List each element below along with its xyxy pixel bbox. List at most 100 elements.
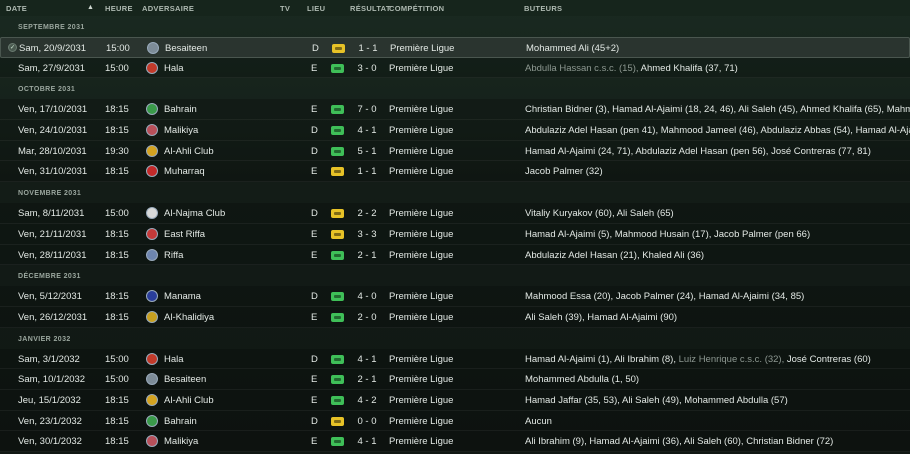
match-row[interactable]: Ven, 5/12/2031 18:15 Manama D 4 - 0 Première …: [0, 286, 910, 307]
col-time[interactable]: HEURE: [105, 4, 133, 13]
opponent-link[interactable]: Besaiteen: [165, 43, 207, 54]
scorer-text[interactable]: Aucun: [525, 416, 552, 427]
match-score[interactable]: 2 - 1: [352, 374, 382, 385]
match-score[interactable]: 7 - 0: [352, 104, 382, 115]
opponent-link[interactable]: Al-Khalidiya: [164, 312, 214, 323]
match-score[interactable]: 4 - 0: [352, 291, 382, 302]
scorer-text[interactable]: Abdulla Hassan c.s.c. (15),: [525, 63, 639, 74]
competition-link[interactable]: Première Ligue: [389, 229, 453, 240]
match-score[interactable]: 4 - 1: [352, 436, 382, 447]
row-select-check-icon[interactable]: [7, 291, 16, 300]
match-row[interactable]: Ven, 23/1/2032 18:15 Bahrain D 0 - 0 Première…: [0, 410, 910, 432]
match-row[interactable]: Sam, 8/11/2031 15:00 Al-Najma Club D 2 - 2 Pr…: [0, 203, 910, 224]
match-score[interactable]: 0 - 0: [352, 416, 382, 427]
row-select-check-icon[interactable]: [7, 104, 16, 113]
col-venue[interactable]: LIEU: [307, 4, 325, 13]
match-score[interactable]: 3 - 3: [352, 229, 382, 240]
row-select-check-icon[interactable]: [7, 125, 16, 134]
opponent-link[interactable]: Hala: [164, 354, 184, 365]
row-select-check-icon[interactable]: [7, 312, 16, 321]
competition-link[interactable]: Première Ligue: [390, 43, 454, 54]
scorer-text[interactable]: José Contreras (60): [784, 354, 871, 365]
opponent-link[interactable]: Al-Ahli Club: [164, 146, 214, 157]
row-select-check-icon[interactable]: [7, 374, 16, 383]
row-select-check-icon[interactable]: [7, 436, 16, 445]
competition-link[interactable]: Première Ligue: [389, 208, 453, 219]
match-row[interactable]: Sam, 10/1/2032 15:00 Besaiteen E 2 - 1 Premiè…: [0, 369, 910, 390]
opponent-link[interactable]: Besaiteen: [164, 374, 206, 385]
match-row[interactable]: ✓ Sam, 20/9/2031 15:00 Besaiteen D 1 - 1 Premi…: [0, 37, 910, 58]
row-select-check-icon[interactable]: [7, 250, 16, 259]
match-score[interactable]: 4 - 1: [352, 125, 382, 136]
match-score[interactable]: 4 - 2: [352, 395, 382, 406]
scorer-text[interactable]: Jacob Palmer (32): [525, 166, 603, 177]
scorer-text[interactable]: Ali Saleh (39), Hamad Al-Ajaimi (90): [525, 312, 677, 323]
competition-link[interactable]: Première Ligue: [389, 63, 453, 74]
row-select-check-icon[interactable]: [7, 229, 16, 238]
row-select-check-icon[interactable]: [7, 63, 16, 72]
competition-link[interactable]: Première Ligue: [389, 416, 453, 427]
scorer-text[interactable]: Hamad Al-Ajaimi (1), Ali Ibrahim (8),: [525, 354, 676, 365]
scorer-text[interactable]: Abdulaziz Adel Hasan (21), Khaled Ali (3…: [525, 250, 704, 261]
row-select-check-icon[interactable]: [7, 354, 16, 363]
scorer-text[interactable]: Christian Bidner (3), Hamad Al-Ajaimi (1…: [525, 104, 910, 115]
match-row[interactable]: Jeu, 15/1/2032 18:15 Al-Ahli Club E 4 - 2 Pre…: [0, 389, 910, 411]
scorer-text[interactable]: Vitaliy Kuryakov (60), Ali Saleh (65): [525, 208, 674, 219]
opponent-link[interactable]: Riffa: [164, 250, 183, 261]
row-select-check-icon[interactable]: [7, 208, 16, 217]
col-opponent[interactable]: ADVERSAIRE: [142, 4, 194, 13]
competition-link[interactable]: Première Ligue: [389, 125, 453, 136]
match-score[interactable]: 2 - 2: [352, 208, 382, 219]
competition-link[interactable]: Première Ligue: [389, 436, 453, 447]
opponent-link[interactable]: Muharraq: [164, 166, 205, 177]
row-select-check-icon[interactable]: [7, 416, 16, 425]
match-row[interactable]: Sam, 27/9/2031 15:00 Hala E 3 - 0 Première Li…: [0, 57, 910, 79]
competition-link[interactable]: Première Ligue: [389, 291, 453, 302]
row-select-check-icon[interactable]: ✓: [8, 43, 17, 52]
opponent-link[interactable]: Manama: [164, 291, 201, 302]
scorer-text[interactable]: Hamad Jaffar (35, 53), Ali Saleh (49), M…: [525, 395, 788, 406]
competition-link[interactable]: Première Ligue: [389, 374, 453, 385]
match-score[interactable]: 2 - 1: [352, 250, 382, 261]
row-select-check-icon[interactable]: [7, 395, 16, 404]
match-row[interactable]: Ven, 17/10/2031 18:15 Bahrain E 7 - 0 Premièr…: [0, 99, 910, 121]
competition-link[interactable]: Première Ligue: [389, 146, 453, 157]
scorer-text[interactable]: Ahmed Khalifa (37, 71): [639, 63, 738, 74]
match-score[interactable]: 3 - 0: [352, 63, 382, 74]
match-row[interactable]: Ven, 30/1/2032 18:15 Malikiya E 4 - 1 Premièr…: [0, 431, 910, 452]
opponent-link[interactable]: Al-Najma Club: [164, 208, 225, 219]
competition-link[interactable]: Première Ligue: [389, 395, 453, 406]
col-scorers[interactable]: BUTEURS: [524, 4, 562, 13]
match-score[interactable]: 1 - 1: [353, 43, 383, 54]
opponent-link[interactable]: Bahrain: [164, 416, 197, 427]
scorer-text[interactable]: Mohammed Ali (45+2): [526, 43, 619, 54]
col-tv[interactable]: TV: [280, 4, 290, 13]
col-result[interactable]: RÉSULTAT: [350, 4, 391, 13]
match-row[interactable]: Mar, 28/10/2031 19:30 Al-Ahli Club D 5 - 1 Pr…: [0, 140, 910, 162]
match-score[interactable]: 5 - 1: [352, 146, 382, 157]
competition-link[interactable]: Première Ligue: [389, 354, 453, 365]
opponent-link[interactable]: East Riffa: [164, 229, 205, 240]
row-select-check-icon[interactable]: [7, 166, 16, 175]
match-score[interactable]: 4 - 1: [352, 354, 382, 365]
competition-link[interactable]: Première Ligue: [389, 166, 453, 177]
scorer-text[interactable]: Luiz Henrique c.s.c. (32),: [676, 354, 785, 365]
scorer-text[interactable]: Abdulaziz Adel Hasan (pen 41), Mahmood J…: [525, 125, 910, 136]
match-row[interactable]: Ven, 28/11/2031 18:15 Riffa E 2 - 1 Première …: [0, 244, 910, 266]
match-row[interactable]: Sam, 3/1/2032 15:00 Hala D 4 - 1 Première Lig…: [0, 348, 910, 370]
scorer-text[interactable]: Hamad Al-Ajaimi (5), Mahmood Husain (17)…: [525, 229, 810, 240]
match-row[interactable]: Ven, 31/10/2031 18:15 Muharraq E 1 - 1 Premiè…: [0, 161, 910, 183]
scorer-text[interactable]: Hamad Al-Ajaimi (24, 71), Abdulaziz Adel…: [525, 146, 871, 157]
match-row[interactable]: Ven, 21/11/2031 18:15 East Riffa E 3 - 3 Prem…: [0, 223, 910, 245]
opponent-link[interactable]: Hala: [164, 63, 184, 74]
match-row[interactable]: Ven, 26/12/2031 18:15 Al-Khalidiya E 2 - 0 Pr…: [0, 306, 910, 328]
opponent-link[interactable]: Malikiya: [164, 436, 198, 447]
opponent-link[interactable]: Al-Ahli Club: [164, 395, 214, 406]
match-score[interactable]: 1 - 1: [352, 166, 382, 177]
col-date[interactable]: DATE: [6, 4, 27, 13]
competition-link[interactable]: Première Ligue: [389, 312, 453, 323]
opponent-link[interactable]: Bahrain: [164, 104, 197, 115]
scorer-text[interactable]: Ali Ibrahim (9), Hamad Al-Ajaimi (36), A…: [525, 436, 833, 447]
scorer-text[interactable]: Mahmood Essa (20), Jacob Palmer (24), Ha…: [525, 291, 804, 302]
row-select-check-icon[interactable]: [7, 146, 16, 155]
